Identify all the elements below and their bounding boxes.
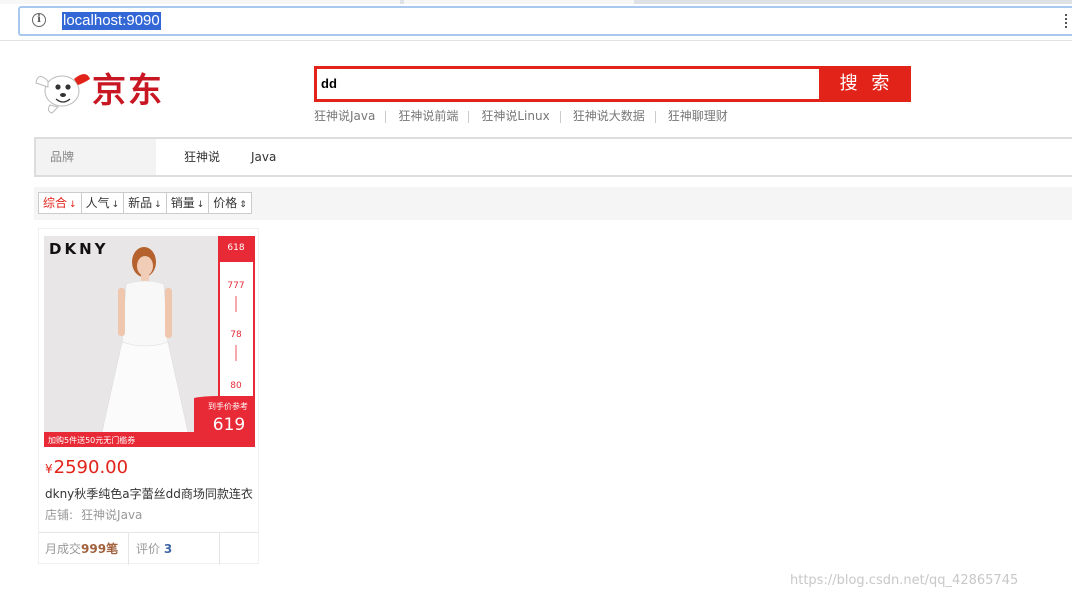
brand-option[interactable]: Java xyxy=(251,139,276,175)
product-image[interactable]: DKNY 618 777 78 80 到手价参考 619 加购5件送50元无门槛… xyxy=(44,236,255,447)
hotword-divider xyxy=(385,110,387,123)
sort-popularity-button[interactable]: 人气 ↓ xyxy=(80,192,125,214)
search-input[interactable] xyxy=(321,73,811,95)
brand-filter-label: 品牌 xyxy=(36,139,156,175)
badge-step-value: 78 xyxy=(230,330,242,340)
browser-tab[interactable] xyxy=(404,0,634,4)
hot-search-words: 狂神说Java 狂神说前端 狂神说Linux 狂神说大数据 狂神聊理财 xyxy=(314,108,738,126)
sort-arrow-icon: ↓ xyxy=(196,200,205,210)
browser-tab[interactable] xyxy=(0,0,400,4)
badge-ref-label: 到手价参考 xyxy=(208,401,248,411)
sort-arrow-icon: ⇕ xyxy=(239,200,247,210)
review-count[interactable]: 评价 3 xyxy=(129,533,220,565)
product-price: ¥2590.00 xyxy=(45,456,128,481)
sales-prefix: 月成交 xyxy=(45,542,82,556)
reviews-prefix: 评价 xyxy=(136,542,161,556)
search-box[interactable] xyxy=(314,66,822,102)
sort-label: 人气 xyxy=(85,196,110,210)
watermark: https://blog.csdn.net/qq_42865745 xyxy=(790,573,1019,588)
browser-tab-strip xyxy=(0,0,1072,4)
hotword-link[interactable]: 狂神说大数据 xyxy=(573,108,655,124)
currency-symbol: ¥ xyxy=(45,462,53,476)
badge-618-text: 618 xyxy=(227,243,244,253)
menu-icon[interactable] xyxy=(1065,14,1070,28)
sort-comprehensive-button[interactable]: 综合 ↓ xyxy=(38,192,82,214)
jd-mascot-icon xyxy=(35,74,90,114)
sort-price-button[interactable]: 价格 ⇕ xyxy=(208,192,252,214)
sort-bar: 综合 ↓ 人气 ↓ 新品 ↓ 销量 ↓ 价格 ⇕ xyxy=(34,187,1072,220)
sort-arrow-icon: ↓ xyxy=(69,200,77,210)
stats-empty-cell xyxy=(220,533,258,565)
info-icon[interactable]: i xyxy=(32,13,46,27)
product-card[interactable]: DKNY 618 777 78 80 到手价参考 619 加购5件送50元无门槛… xyxy=(38,228,259,565)
shop-name-link[interactable]: 狂神说Java xyxy=(81,508,142,522)
jd-logo[interactable]: 京东 xyxy=(34,67,174,117)
logo-text: 京东 xyxy=(92,71,164,111)
badge-step-value: 80 xyxy=(230,381,242,391)
url-text[interactable]: localhost:9090 xyxy=(62,12,161,30)
search-button[interactable]: 搜 索 xyxy=(822,66,911,102)
hotword-link[interactable]: 狂神说前端 xyxy=(398,108,468,124)
image-brand-text: DKNY xyxy=(49,240,109,258)
sort-label: 新品 xyxy=(128,196,153,210)
product-shop: 店铺: 狂神说Java xyxy=(45,507,142,523)
badge-step-value: 777 xyxy=(227,281,244,291)
hotword-divider xyxy=(654,110,656,123)
badge-promo-text: 加购5件送50元无门槛券 xyxy=(48,435,135,445)
hotword-link[interactable]: 狂神说Java xyxy=(314,108,385,124)
product-title[interactable]: dkny秋季纯色a字蕾丝dd商场同款连衣 xyxy=(45,486,257,502)
hotword-link[interactable]: 狂神说Linux xyxy=(481,108,559,124)
sort-label: 销量 xyxy=(170,196,195,210)
sort-arrow-icon: ↓ xyxy=(154,200,162,210)
sort-label: 综合 xyxy=(43,196,68,210)
shop-label: 店铺: xyxy=(45,508,74,522)
sort-newest-button[interactable]: 新品 ↓ xyxy=(123,192,167,214)
product-stats: 月成交999笔 评价 3 xyxy=(39,532,258,565)
sort-sales-button[interactable]: 销量 ↓ xyxy=(165,192,210,214)
sort-label: 价格 xyxy=(213,196,238,210)
brand-filter-bar: 品牌 狂神说 Java xyxy=(34,137,1072,177)
chrome-divider xyxy=(0,40,1072,41)
reviews-count: 3 xyxy=(163,542,173,556)
monthly-sales: 月成交999笔 xyxy=(39,533,129,565)
address-bar[interactable]: i localhost:9090 xyxy=(18,6,1072,36)
hotword-link[interactable]: 狂神聊理财 xyxy=(668,108,738,124)
price-value: 2590.00 xyxy=(53,457,129,478)
hotword-divider xyxy=(559,110,561,123)
hotword-divider xyxy=(468,110,470,123)
sort-arrow-icon: ↓ xyxy=(111,200,120,210)
sales-count: 999笔 xyxy=(81,542,119,556)
brand-option[interactable]: 狂神说 xyxy=(184,139,220,175)
